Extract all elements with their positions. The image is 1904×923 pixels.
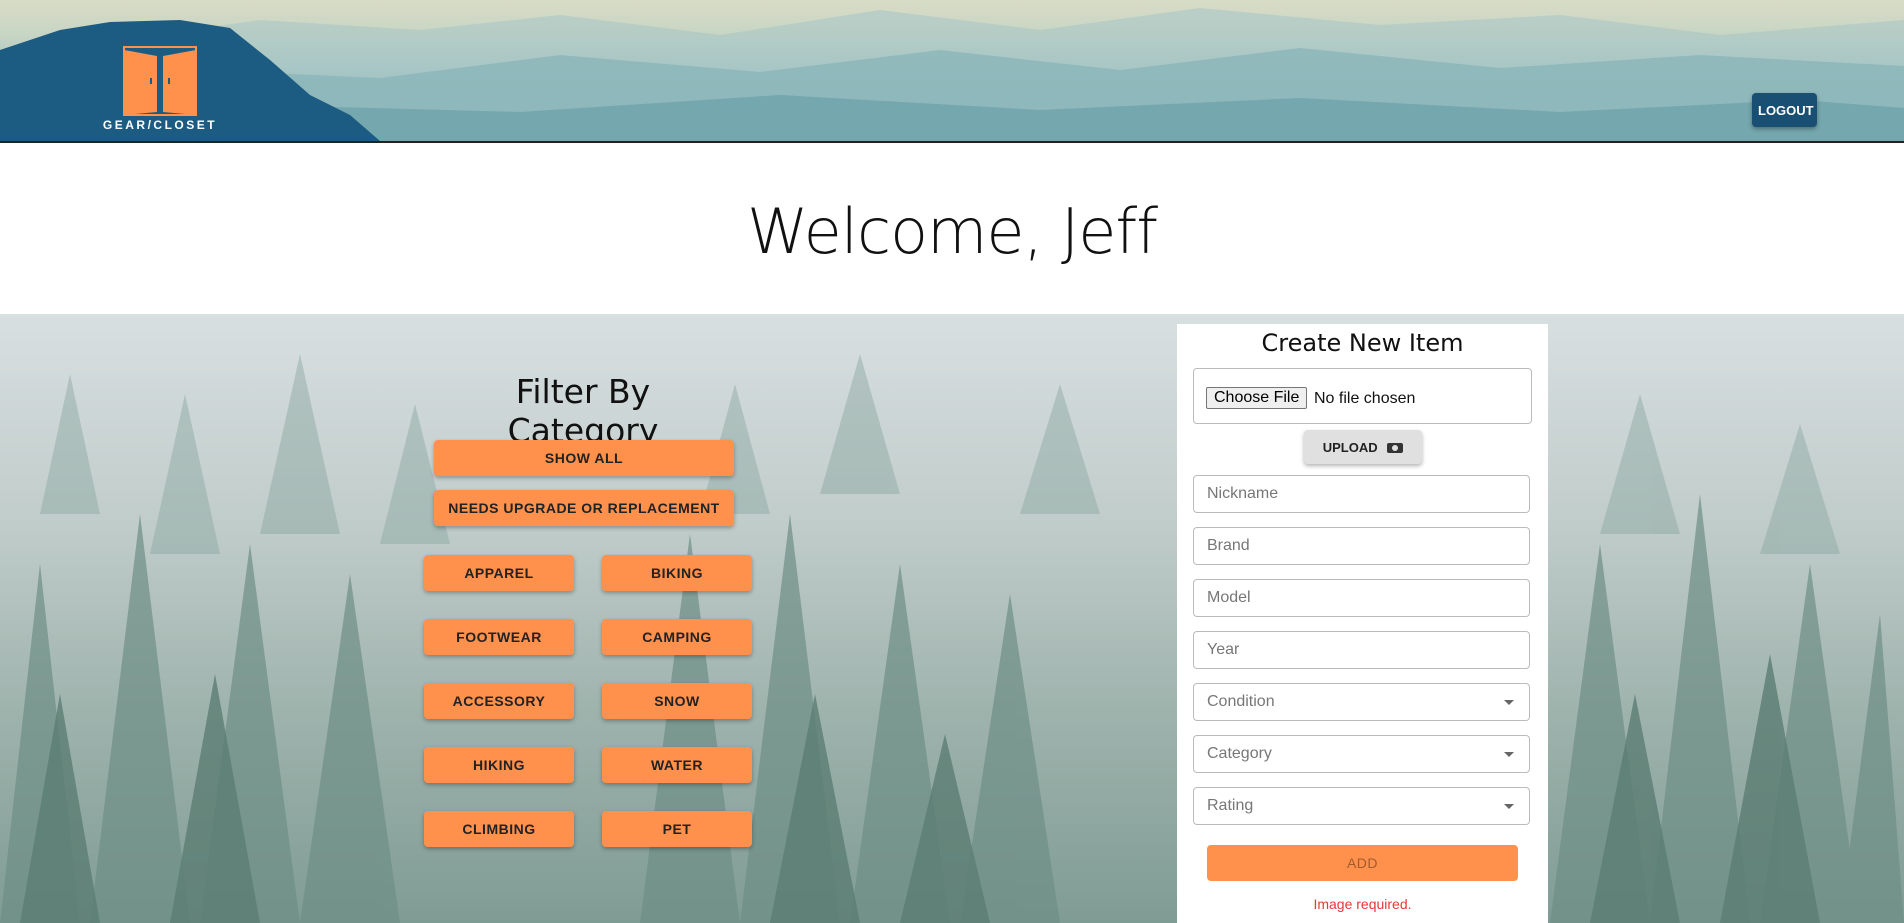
category-snow-button[interactable]: SNOW <box>602 683 752 719</box>
category-climbing-button[interactable]: CLIMBING <box>424 811 574 847</box>
condition-select[interactable]: Condition <box>1193 683 1530 721</box>
logout-button[interactable]: LOGOUT <box>1752 93 1817 127</box>
category-water-button[interactable]: WATER <box>602 747 752 783</box>
model-input[interactable] <box>1193 579 1530 617</box>
category-footwear-button[interactable]: FOOTWEAR <box>424 619 574 655</box>
filter-title: Filter By Category <box>507 372 659 450</box>
rating-label: Rating <box>1207 797 1254 814</box>
choose-file-button[interactable]: Choose File <box>1206 387 1308 409</box>
needs-upgrade-button[interactable]: NEEDS UPGRADE OR REPLACEMENT <box>434 490 734 526</box>
upload-button[interactable]: UPLOAD <box>1304 430 1422 464</box>
forest-trees <box>0 354 1904 923</box>
rating-select[interactable]: Rating <box>1193 787 1530 825</box>
closet-door-icon <box>123 46 197 116</box>
image-required-error: Image required. <box>1313 896 1412 912</box>
file-input-box: Choose File No file chosen <box>1193 368 1532 424</box>
category-select[interactable]: Category <box>1193 735 1530 773</box>
category-camping-button[interactable]: CAMPING <box>602 619 752 655</box>
category-biking-button[interactable]: BIKING <box>602 555 752 591</box>
add-button[interactable]: ADD <box>1207 845 1518 881</box>
chevron-down-icon <box>1504 752 1514 757</box>
mountain-background <box>0 8 1904 141</box>
file-status: No file chosen <box>1314 390 1416 407</box>
create-item-title: Create New Item <box>1261 329 1464 357</box>
category-accessory-button[interactable]: ACCESSORY <box>424 683 574 719</box>
welcome-heading: Welcome, Jeff <box>746 195 1158 268</box>
logo-text: GEAR/CLOSET <box>102 118 218 132</box>
nickname-input[interactable] <box>1193 475 1530 513</box>
category-hiking-button[interactable]: HIKING <box>424 747 574 783</box>
forest-background <box>0 314 1904 923</box>
category-apparel-button[interactable]: APPAREL <box>424 555 574 591</box>
show-all-button[interactable]: SHOW ALL <box>434 440 734 476</box>
chevron-down-icon <box>1504 804 1514 809</box>
brand-input[interactable] <box>1193 527 1530 565</box>
year-input[interactable] <box>1193 631 1530 669</box>
chevron-down-icon <box>1504 700 1514 705</box>
category-label: Category <box>1207 745 1272 762</box>
condition-label: Condition <box>1207 693 1275 710</box>
create-item-panel: Create New Item Choose File No file chos… <box>1177 324 1548 923</box>
camera-icon <box>1387 443 1404 454</box>
category-pet-button[interactable]: PET <box>602 811 752 847</box>
upload-label: UPLOAD <box>1322 439 1378 455</box>
header-banner: GEAR/CLOSET LOGOUT <box>0 0 1904 143</box>
